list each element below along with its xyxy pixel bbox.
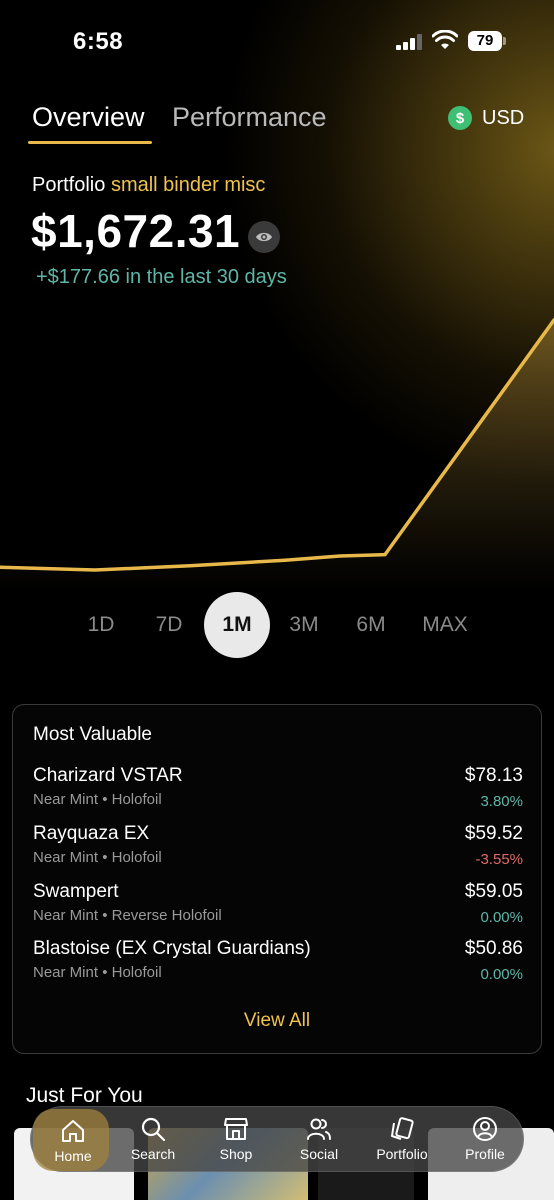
- portfolio-chart[interactable]: [0, 300, 554, 590]
- portfolio-name[interactable]: small binder misc: [111, 174, 265, 196]
- status-bar: 6:58 79: [0, 0, 554, 80]
- card-price: $59.05: [464, 881, 523, 902]
- currency-label: USD: [482, 106, 525, 129]
- battery-indicator: 79: [468, 31, 506, 51]
- nav-label: Home: [54, 1148, 92, 1164]
- social-icon: [307, 1118, 331, 1140]
- chart-area-fill: [0, 320, 554, 590]
- cards-icon: [391, 1117, 414, 1140]
- nav-home[interactable]: Home: [33, 1109, 109, 1171]
- nav-shop[interactable]: Shop: [196, 1107, 276, 1173]
- range-6m[interactable]: 6M: [338, 592, 404, 658]
- card-change: 0.00%: [480, 966, 523, 983]
- range-1m[interactable]: 1M: [204, 592, 270, 658]
- portfolio-change: +$177.66 in the last 30 days: [36, 266, 287, 288]
- card-price: $59.52: [464, 823, 523, 844]
- nav-profile[interactable]: Profile: [445, 1107, 525, 1173]
- time-range-selector: 1D 7D 1M 3M 6M MAX: [68, 592, 478, 658]
- range-max[interactable]: MAX: [412, 592, 478, 658]
- battery-percent: 79: [476, 32, 494, 49]
- nav-label: Search: [130, 1146, 176, 1162]
- most-valuable-card: Most Valuable Charizard VSTAR Near Mint …: [12, 704, 542, 1054]
- nav-label: Shop: [219, 1146, 253, 1162]
- range-7d[interactable]: 7D: [136, 592, 202, 658]
- nav-label: Social: [299, 1146, 339, 1162]
- search-icon: [141, 1117, 166, 1142]
- card-condition: Near Mint • Reverse Holofoil: [33, 907, 222, 924]
- nav-label: Profile: [465, 1146, 505, 1162]
- card-change: -3.55%: [475, 851, 523, 868]
- currency-selector[interactable]: $ USD: [448, 105, 524, 131]
- nav-label: Portfolio: [376, 1146, 428, 1162]
- cellular-signal-icon: [396, 34, 422, 50]
- tab-overview[interactable]: Overview: [32, 102, 145, 133]
- dollar-icon: $: [448, 106, 472, 130]
- shop-icon: [224, 1118, 248, 1140]
- list-item[interactable]: Swampert Near Mint • Reverse Holofoil $5…: [33, 881, 523, 931]
- view-all-link[interactable]: View All: [13, 1010, 541, 1032]
- active-tab-indicator: [28, 141, 152, 144]
- eye-icon: [256, 232, 272, 242]
- card-condition: Near Mint • Holofoil: [33, 791, 162, 808]
- card-change: 0.00%: [480, 909, 523, 926]
- card-change: 3.80%: [480, 793, 523, 810]
- list-item[interactable]: Charizard VSTAR Near Mint • Holofoil $78…: [33, 765, 523, 815]
- portfolio-prefix: Portfolio: [32, 174, 106, 196]
- card-name: Swampert: [33, 881, 119, 902]
- card-name: Rayquaza EX: [33, 823, 150, 844]
- status-time: 6:58: [73, 28, 124, 55]
- nav-portfolio[interactable]: Portfolio: [362, 1107, 442, 1173]
- bottom-nav: Home Search Shop Social Portfolio Profil…: [30, 1106, 524, 1172]
- card-condition: Near Mint • Holofoil: [33, 849, 162, 866]
- hide-value-button[interactable]: [248, 221, 280, 253]
- list-item[interactable]: Blastoise (EX Crystal Guardians) Near Mi…: [33, 938, 523, 988]
- card-price: $50.86: [464, 938, 523, 959]
- home-icon: [62, 1120, 84, 1142]
- range-1d[interactable]: 1D: [68, 592, 134, 658]
- nav-social[interactable]: Social: [279, 1107, 359, 1173]
- section-title-just-for-you: Just For You: [26, 1084, 143, 1107]
- range-3m[interactable]: 3M: [271, 592, 337, 658]
- nav-search[interactable]: Search: [113, 1107, 193, 1173]
- card-name: Blastoise (EX Crystal Guardians): [33, 938, 311, 959]
- card-title: Most Valuable: [33, 724, 152, 745]
- card-condition: Near Mint • Holofoil: [33, 964, 162, 981]
- portfolio-value: $1,672.31: [31, 205, 241, 257]
- wifi-icon: [432, 30, 458, 49]
- list-item[interactable]: Rayquaza EX Near Mint • Holofoil $59.52 …: [33, 823, 523, 873]
- profile-icon: [473, 1117, 497, 1141]
- tab-performance[interactable]: Performance: [172, 102, 327, 133]
- card-name: Charizard VSTAR: [33, 765, 183, 786]
- portfolio-heading: Portfolio small binder misc: [32, 174, 265, 197]
- card-price: $78.13: [464, 765, 523, 786]
